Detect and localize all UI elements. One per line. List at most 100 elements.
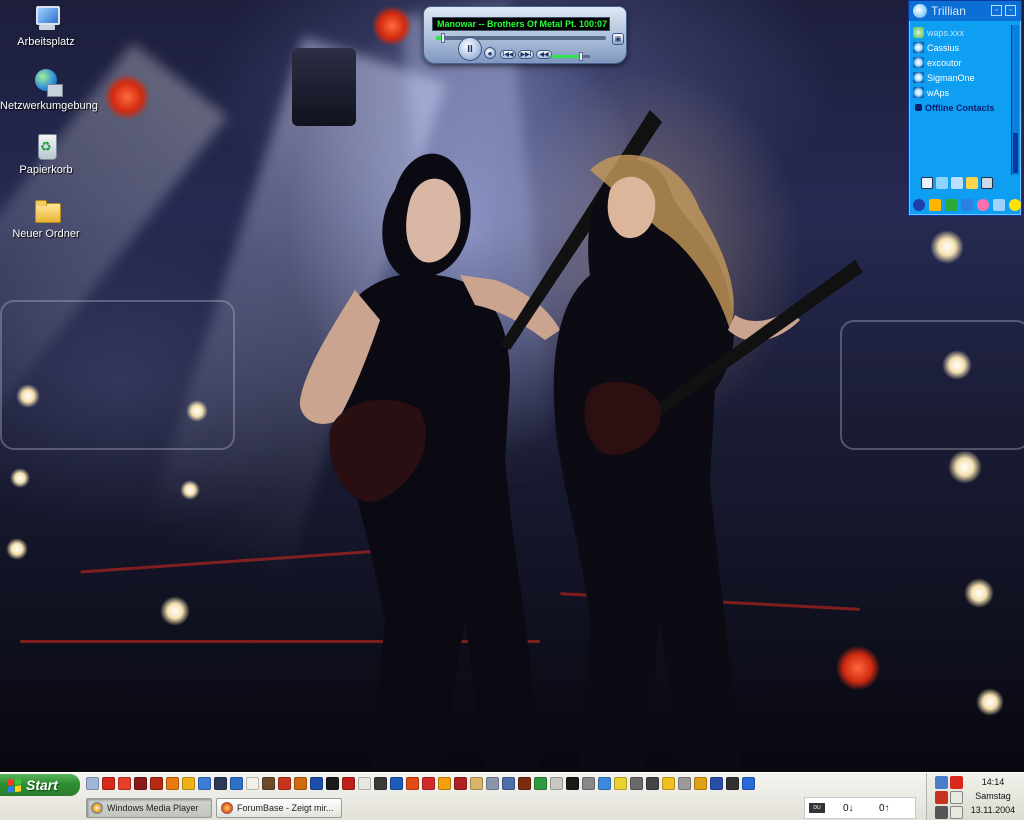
stage-light [160, 596, 190, 626]
pause-button[interactable]: II [458, 37, 482, 61]
app-icon[interactable] [518, 777, 531, 790]
task-forumbase[interactable]: ForumBase - Zeigt mir... [216, 798, 342, 818]
filezilla-icon[interactable] [278, 777, 291, 790]
app-icon[interactable] [486, 777, 499, 790]
switch-to-full-mode-icon[interactable]: ▣ [612, 33, 624, 45]
app-icon[interactable] [662, 777, 675, 790]
contact-item[interactable]: SigmanOne [913, 70, 1009, 85]
close-icon[interactable]: ◦ [1005, 5, 1016, 16]
app-icon[interactable] [566, 777, 579, 790]
app-icon[interactable] [262, 777, 275, 790]
stage-light [930, 230, 964, 264]
scrollbar-thumb[interactable] [1013, 133, 1018, 173]
app-icon[interactable] [422, 777, 435, 790]
contact-name: SigmanOne [927, 72, 975, 83]
firefox-icon[interactable] [406, 777, 419, 790]
app-icon[interactable] [710, 777, 723, 790]
app-icon[interactable] [550, 777, 563, 790]
app-icon[interactable] [294, 777, 307, 790]
app-icon[interactable] [182, 777, 195, 790]
tray-app-icon[interactable] [950, 806, 963, 819]
antivirus-icon[interactable] [935, 791, 948, 804]
app-icon[interactable] [438, 777, 451, 790]
task-windows-media-player[interactable]: Windows Media Player [86, 798, 212, 818]
network-icon [30, 66, 63, 98]
app-icon[interactable] [342, 777, 355, 790]
volume-slider[interactable] [552, 52, 590, 61]
app-icon[interactable] [214, 777, 227, 790]
contact-item[interactable]: Cassius [913, 40, 1009, 55]
app-icon[interactable] [230, 777, 243, 790]
contacts-icon[interactable] [936, 177, 948, 189]
volume-slider-handle[interactable] [578, 52, 583, 61]
app-icon[interactable] [118, 777, 131, 790]
tray-app-icon[interactable] [950, 791, 963, 804]
previous-track-button[interactable]: I◀◀ [500, 50, 516, 59]
desktop-icon-new-folder[interactable]: Neuer Ordner [0, 194, 92, 240]
app-icon[interactable] [310, 777, 323, 790]
app-icon[interactable] [726, 777, 739, 790]
status-icon[interactable] [993, 199, 1005, 211]
zonealarm-icon[interactable] [950, 776, 963, 789]
group-label: Offline Contacts [925, 102, 995, 113]
contact-item[interactable]: waps.xxx [913, 25, 1009, 40]
app-icon[interactable] [502, 777, 515, 790]
app-icon[interactable] [694, 777, 707, 790]
app-icon[interactable] [166, 777, 179, 790]
minimize-icon[interactable]: ▫ [991, 5, 1002, 16]
aim-icon[interactable] [929, 199, 941, 211]
app-icon[interactable] [582, 777, 595, 790]
stage-truss [0, 300, 235, 450]
next-track-button[interactable]: ▶▶I [518, 50, 534, 59]
desktop-icon-my-computer[interactable]: Arbeitsplatz [0, 2, 92, 48]
word-icon[interactable] [390, 777, 403, 790]
download-rate: 0↓ [843, 802, 854, 814]
acrobat-icon[interactable] [102, 777, 115, 790]
edit-icon[interactable] [966, 177, 978, 189]
icq-icon[interactable] [945, 199, 957, 211]
app-icon[interactable] [470, 777, 483, 790]
add-contact-icon[interactable] [951, 177, 963, 189]
start-button[interactable]: Start [0, 774, 80, 796]
app-icon[interactable] [646, 777, 659, 790]
trillian-title-bar[interactable]: Trillian ▫ ◦ [909, 1, 1021, 21]
app-icon[interactable] [150, 777, 163, 790]
mute-button[interactable]: ◀◀ [536, 50, 552, 59]
notepad-icon[interactable] [246, 777, 259, 790]
message-icon[interactable] [921, 177, 933, 189]
desktop-icon-network[interactable]: Netzwerkumgebung [0, 66, 98, 112]
media-player-mini[interactable]: Manowar -- Brothers Of Metal Pt. 1 00:07… [423, 6, 627, 64]
app-icon[interactable] [678, 777, 691, 790]
clock-date: 13.11.2004 [970, 805, 1016, 815]
network-connection-icon[interactable] [935, 776, 948, 789]
stop-button[interactable]: ● [484, 47, 496, 59]
app-icon[interactable] [614, 777, 627, 790]
app-icon[interactable] [326, 777, 339, 790]
contact-list-scrollbar[interactable] [1011, 25, 1019, 175]
show-desktop-icon[interactable] [86, 777, 99, 790]
desktop-icon-recycle-bin[interactable]: Papierkorb [0, 130, 92, 176]
app-icon[interactable] [534, 777, 547, 790]
app-icon[interactable] [358, 777, 371, 790]
msn-icon[interactable] [961, 199, 973, 211]
contact-item[interactable]: wAps [913, 85, 1009, 100]
clock[interactable]: 14:14 Samstag 13.11.2004 [963, 775, 1023, 817]
trillian-network-icon[interactable] [913, 199, 925, 211]
tray-app-icon[interactable] [935, 806, 948, 819]
offline-contacts-group[interactable]: Offline Contacts [913, 100, 1009, 115]
app-icon[interactable] [134, 777, 147, 790]
app-icon[interactable] [374, 777, 387, 790]
app-icon[interactable] [742, 777, 755, 790]
internet-explorer-icon[interactable] [198, 777, 211, 790]
irc-icon[interactable] [977, 199, 989, 211]
contact-item[interactable]: excoutor [913, 55, 1009, 70]
trillian-logo-icon [913, 4, 927, 18]
app-icon[interactable] [454, 777, 467, 790]
yahoo-icon[interactable] [1009, 199, 1021, 211]
trillian-contact-list[interactable]: Trillian ▫ ◦ waps.xxx Cassius excoutor S… [908, 0, 1022, 216]
seek-bar-handle[interactable] [440, 33, 445, 43]
app-icon[interactable] [630, 777, 643, 790]
taskbar: Start Windows Media Player ForumBase - Z… [0, 772, 1024, 820]
app-icon[interactable] [598, 777, 611, 790]
prefs-icon[interactable] [981, 177, 993, 189]
